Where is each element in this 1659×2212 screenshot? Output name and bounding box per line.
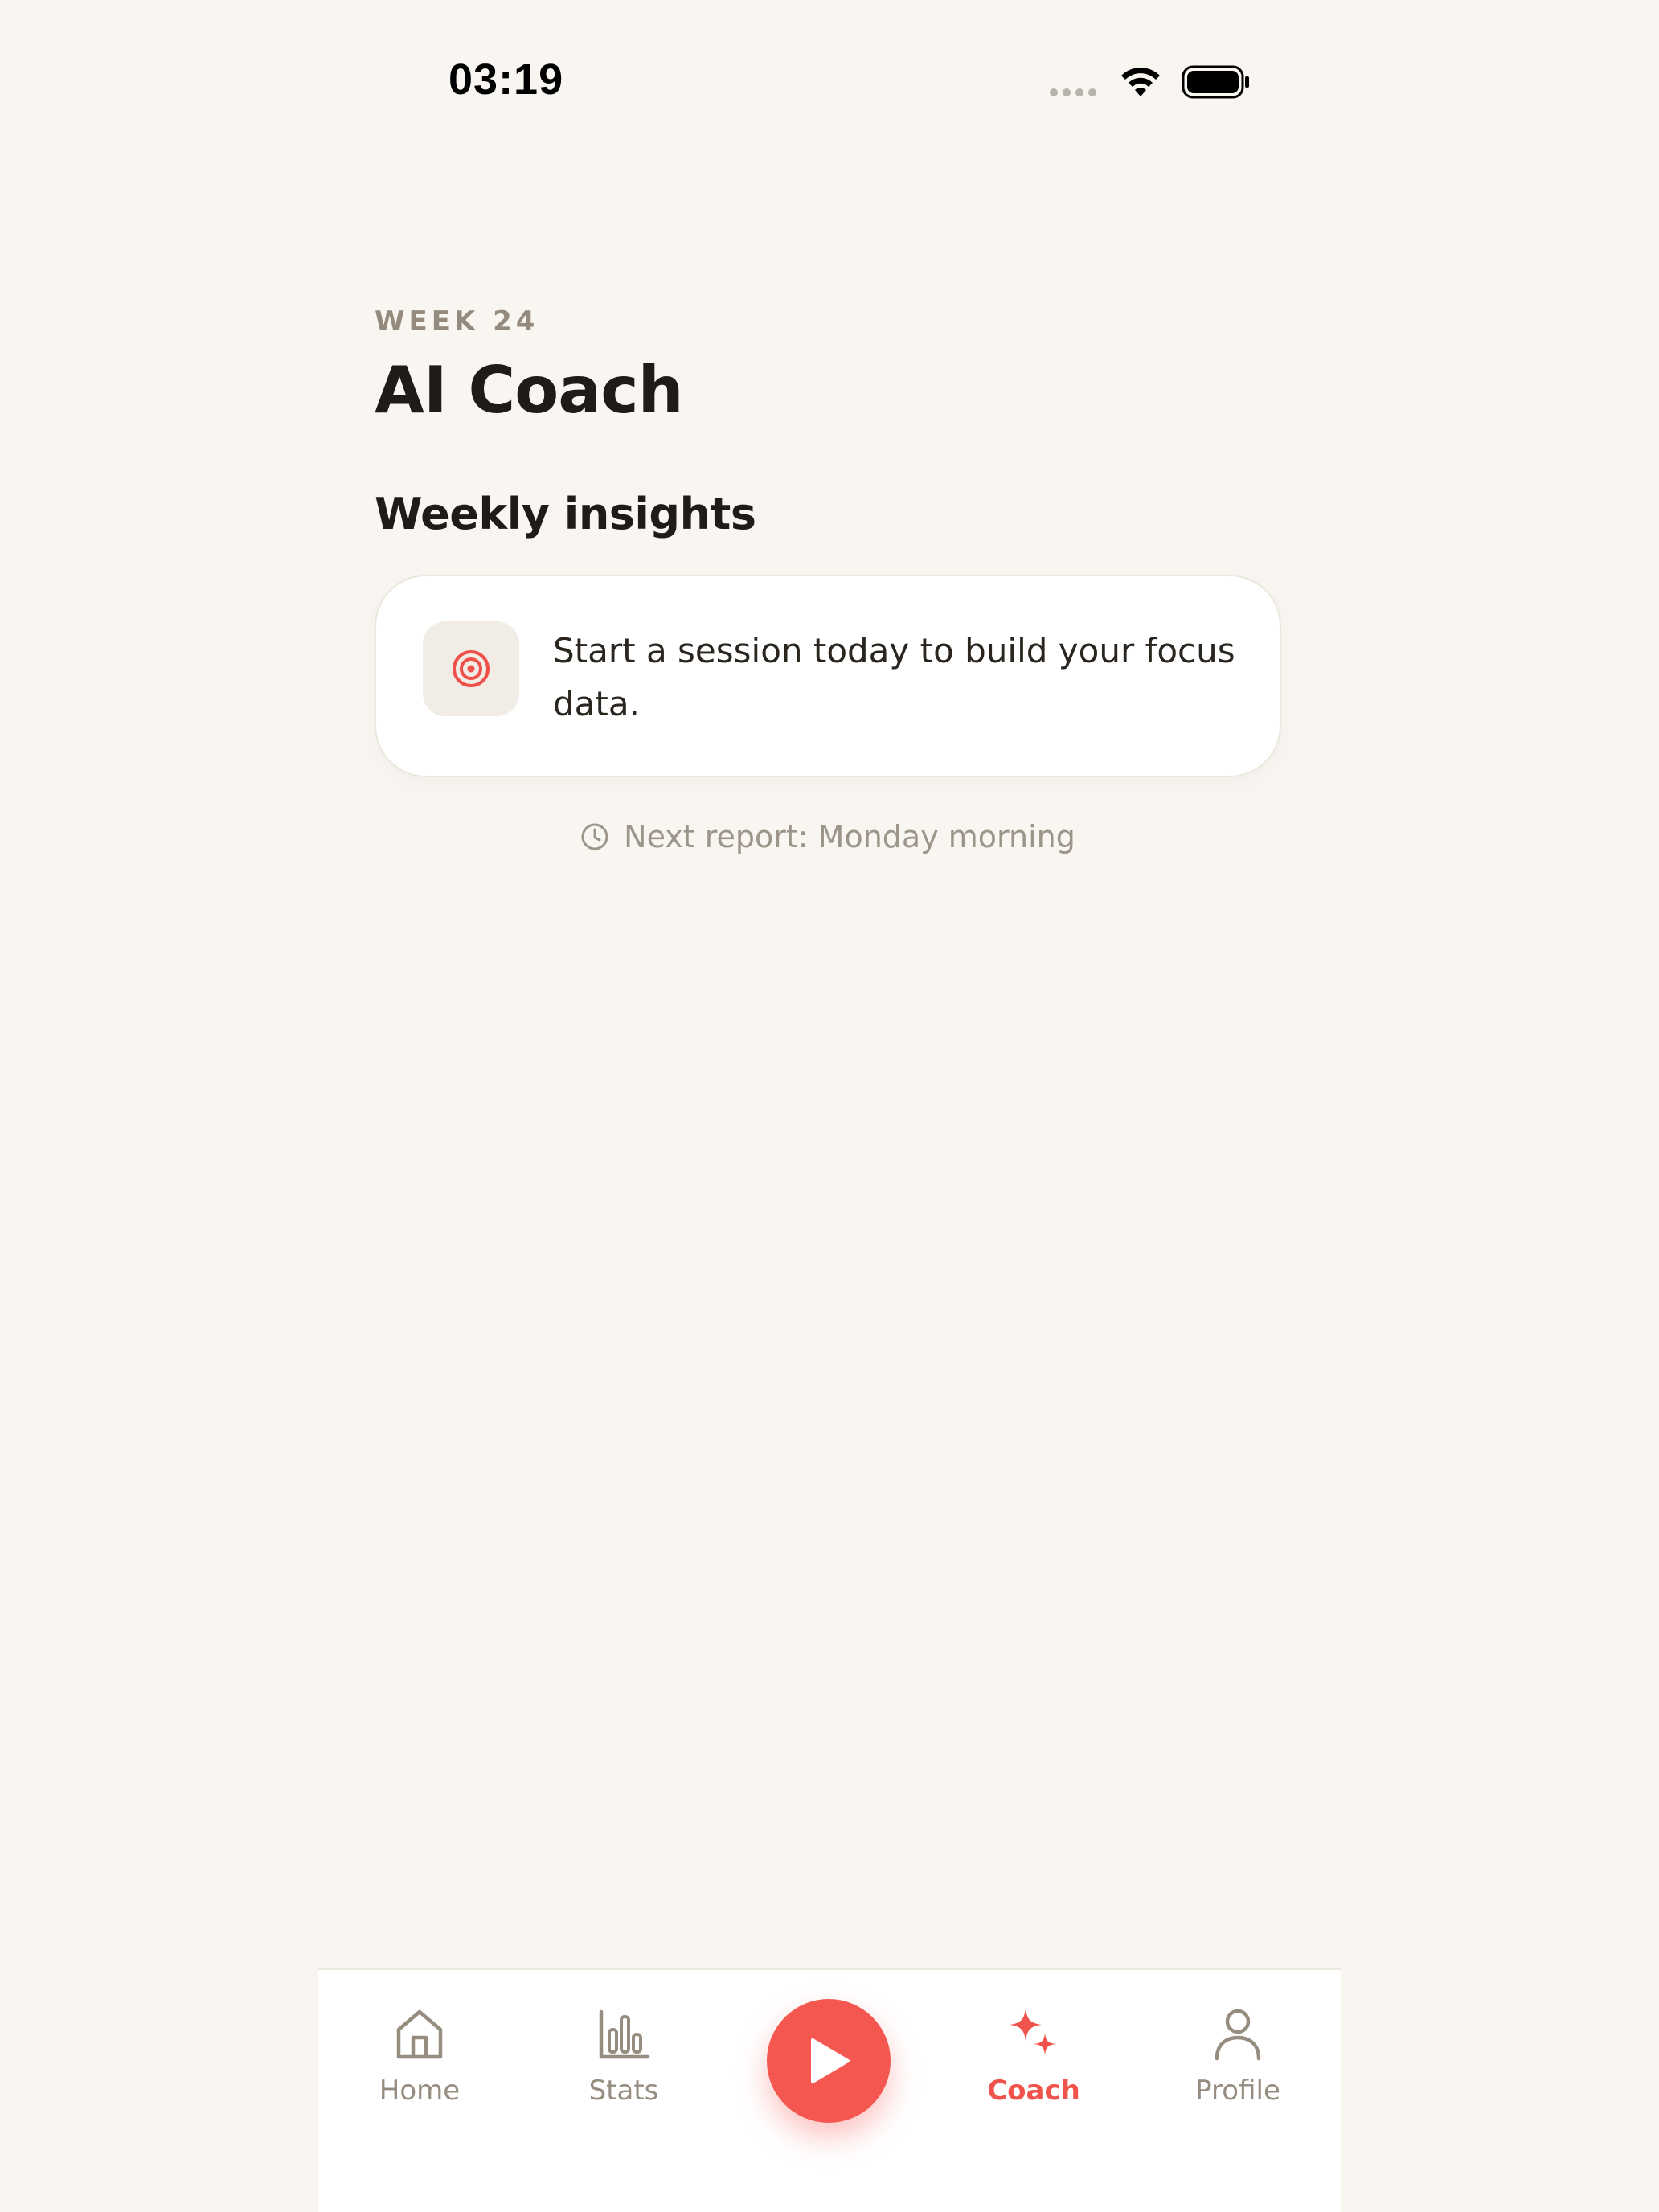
start-session-button[interactable] (767, 1999, 891, 2123)
cellular-signal-icon (1050, 88, 1096, 96)
tab-profile[interactable]: Profile (1157, 2005, 1318, 2107)
tab-coach-label: Coach (987, 2075, 1080, 2107)
target-icon (453, 650, 490, 687)
wifi-icon (1121, 68, 1160, 96)
status-time: 03:19 (449, 55, 564, 104)
bar-chart-icon (599, 2009, 650, 2059)
home-icon (396, 2009, 443, 2059)
tab-home[interactable]: Home (339, 2005, 500, 2107)
tab-profile-label: Profile (1195, 2075, 1280, 2107)
next-report: Next report: Monday morning (375, 819, 1281, 854)
tab-bar: Home Stats Coach Profile (318, 1968, 1341, 2212)
sparkles-icon (1010, 2009, 1056, 2055)
insight-text: Start a session today to build your focu… (553, 631, 1235, 723)
main-content: WEEK 24 AI Coach Weekly insights Start a… (375, 305, 1283, 854)
clock-icon (581, 823, 608, 850)
tab-stats[interactable]: Stats (543, 2005, 704, 2107)
status-bar: 03:19 (0, 0, 1659, 161)
person-icon (1215, 2009, 1261, 2061)
week-label: WEEK 24 (375, 305, 539, 338)
insight-icon-tile (423, 621, 519, 716)
play-icon (811, 2038, 850, 2083)
next-report-text: Next report: Monday morning (624, 819, 1075, 854)
page-title: AI Coach (375, 353, 684, 428)
tab-coach[interactable]: Coach (953, 2005, 1114, 2107)
tab-home-label: Home (379, 2075, 461, 2107)
battery-icon (1182, 65, 1249, 99)
insight-card[interactable]: Start a session today to build your focu… (375, 575, 1281, 777)
tab-stats-label: Stats (588, 2075, 659, 2107)
section-title: Weekly insights (375, 489, 756, 539)
